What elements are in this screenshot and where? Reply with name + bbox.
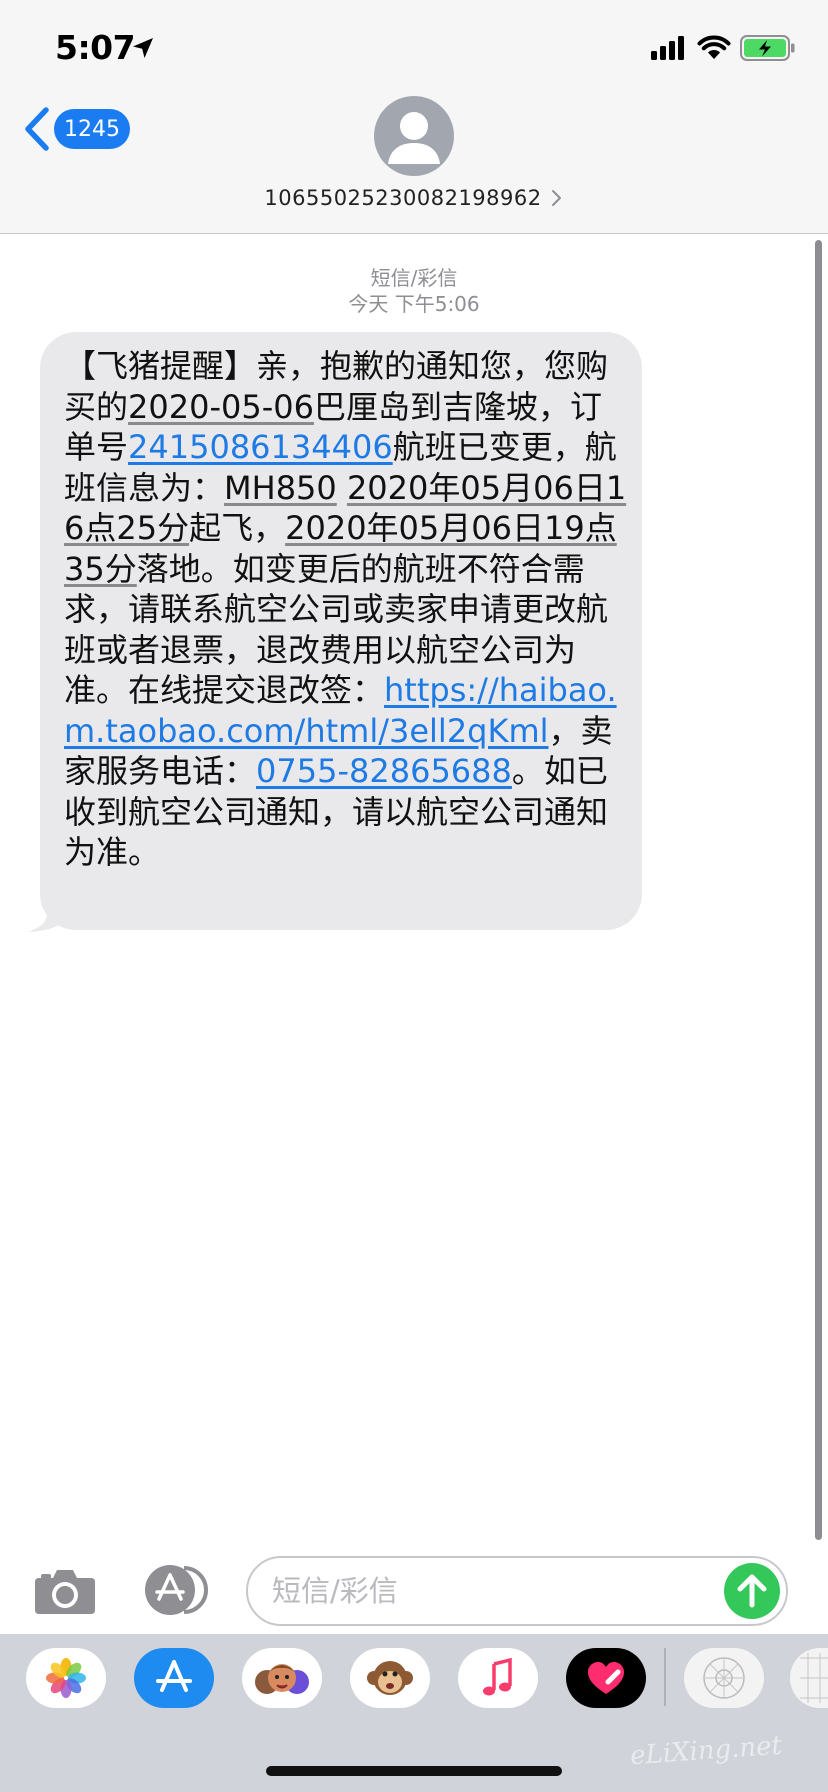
music-note-icon [483,1657,512,1696]
app-store-a-icon [156,1660,192,1692]
app-store-drawer-icon[interactable] [140,1563,212,1617]
wifi-icon [697,35,731,59]
contact-details-link[interactable]: 10655025230082198962 [0,186,828,210]
animoji-monkey-app-icon[interactable] [350,1648,430,1708]
music-app-icon[interactable] [458,1648,538,1708]
send-button[interactable] [724,1563,780,1619]
contact-avatar[interactable] [374,96,454,176]
sticker-grid-icon [703,1657,745,1699]
bubble-tail [28,878,66,932]
message-body: 【飞猪提醒】亲，抱歉的通知您，您购买的2020-05-06巴厘岛到吉隆坡，订单号… [64,346,630,873]
detected-data-text[interactable]: MH850 [224,469,337,507]
home-indicator[interactable] [266,1766,562,1776]
memoji-faces-icon [255,1664,309,1694]
message-text-segment: 起飞， [189,509,286,547]
message-timestamp: 今天 下午5:06 [348,292,480,316]
status-time: 5:07 [55,28,136,67]
drawer-divider [664,1648,666,1706]
memoji-app-icon[interactable] [242,1648,322,1708]
chevron-left-icon [25,107,49,151]
message-link[interactable]: 2415086134406 [128,428,393,466]
conversation-scrollbar[interactable] [815,240,822,1540]
location-arrow-icon [133,38,153,58]
heart-touch-icon [588,1662,624,1694]
stickers-app-icon[interactable] [684,1648,764,1708]
service-label: 短信/彩信 [370,266,458,290]
person-silhouette-icon [388,112,440,164]
detected-data-text[interactable]: 2020-05-06 [128,388,314,426]
unread-count-badge: 1245 [54,109,130,149]
message-input[interactable] [246,1556,788,1626]
photos-flower-icon [46,1658,86,1698]
contact-number: 10655025230082198962 [264,186,542,210]
digital-touch-app-icon[interactable] [566,1648,646,1708]
camera-icon[interactable] [33,1566,97,1616]
battery-charging-icon [740,35,795,61]
photos-app-icon[interactable] [26,1648,106,1708]
message-text-segment [337,469,347,507]
chevron-right-icon [551,190,561,206]
cellular-signal-icon [651,36,684,60]
conversation-header: 5:07 1245 10655025230082198962 [0,0,828,234]
back-button[interactable]: 1245 [22,104,134,154]
message-link[interactable]: 0755-82865688 [256,752,512,790]
app-store-app-icon[interactable] [134,1648,214,1708]
monkey-face-icon [367,1661,413,1695]
arrow-up-icon [737,1574,767,1608]
